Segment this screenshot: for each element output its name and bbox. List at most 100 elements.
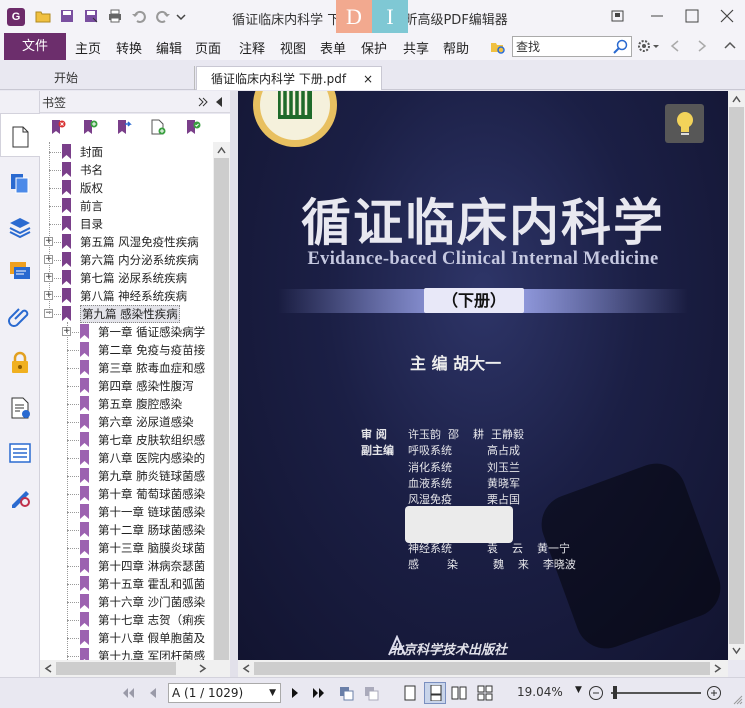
scroll-up-icon[interactable] (217, 146, 226, 154)
zoom-in-icon[interactable] (706, 685, 722, 701)
bookmark-horizontal-scrollbar[interactable] (40, 660, 230, 677)
bookmark-item[interactable]: 第五章 腹腔感染 (40, 395, 213, 413)
bookmark-vertical-thumb[interactable] (214, 158, 229, 666)
gear-icon[interactable] (637, 38, 659, 54)
save-as-icon[interactable] (83, 8, 99, 24)
tips-lightbulb-button[interactable] (665, 104, 704, 143)
bookmark-item[interactable]: 书名 (40, 161, 213, 179)
search-box[interactable] (512, 36, 632, 57)
bookmark-item[interactable]: 版权 (40, 179, 213, 197)
scroll-right-icon[interactable] (199, 664, 207, 673)
bookmark-item[interactable]: 第二章 免疫与疫苗接 (40, 341, 213, 359)
bookmark-item[interactable]: 第十五章 霍乱和弧菌 (40, 575, 213, 593)
resize-grip-icon[interactable] (733, 695, 743, 705)
delete-bookmark-icon[interactable] (50, 119, 66, 135)
scroll-up-icon[interactable] (732, 95, 741, 103)
tab-close-icon[interactable]: × (363, 67, 373, 91)
document-horizontal-scrollbar[interactable] (238, 660, 728, 677)
comments-panel-icon[interactable] (8, 259, 32, 283)
panel-options-icon[interactable] (198, 97, 208, 107)
menu-share[interactable]: 共享 (403, 38, 429, 57)
bookmark-item[interactable]: 封面 (40, 143, 213, 161)
bookmark-item[interactable]: 第九章 肺炎链球菌感 (40, 467, 213, 485)
bookmark-item[interactable]: 第十六章 沙门菌感染 (40, 593, 213, 611)
new-bookmark-page-icon[interactable] (150, 119, 166, 135)
find-bookmark-icon[interactable] (185, 119, 201, 135)
menu-help[interactable]: 帮助 (443, 38, 469, 57)
document-vertical-scrollbar[interactable] (728, 91, 745, 660)
continuous-facing-icon[interactable] (477, 685, 493, 701)
bookmark-item[interactable]: 前言 (40, 197, 213, 215)
maximize-icon[interactable] (682, 6, 702, 26)
single-page-icon[interactable] (402, 685, 418, 701)
layers-panel-icon[interactable] (8, 215, 32, 239)
redo-icon[interactable] (155, 8, 171, 24)
document-view[interactable]: 循证临床内科学 Evidance-baced Clinical Internal… (238, 91, 728, 660)
zoom-out-icon[interactable] (588, 685, 604, 701)
tab-document[interactable]: 循证临床内科学 下册.pdf × (196, 66, 382, 90)
open-folder-icon[interactable] (35, 8, 51, 24)
security-lock-icon[interactable] (8, 351, 32, 375)
page-number-select[interactable]: A (1 / 1029) ▼ (168, 683, 281, 703)
continuous-page-active[interactable] (424, 682, 446, 704)
bookmark-item[interactable]: 第三章 脓毒血症和感 (40, 359, 213, 377)
bookmark-item[interactable]: + 第七篇 泌尿系统疾病 (40, 269, 213, 287)
bookmark-item[interactable]: + 第五篇 风湿免疫性疾病 (40, 233, 213, 251)
bookmark-item[interactable]: 第七章 皮肤软组织感 (40, 431, 213, 449)
bookmark-item[interactable]: 第六章 泌尿道感染 (40, 413, 213, 431)
scroll-down-icon[interactable] (732, 647, 741, 655)
menu-home[interactable]: 主页 (75, 38, 101, 57)
search-icon[interactable] (613, 39, 628, 54)
search-input[interactable] (513, 37, 611, 56)
bookmark-item[interactable]: 第十八章 假单胞菌及 (40, 629, 213, 647)
last-page-icon[interactable] (311, 685, 327, 701)
next-view-icon[interactable] (363, 685, 379, 701)
bookmark-item[interactable]: 第十九章 军团杆菌感 (40, 647, 213, 660)
pages-panel-icon[interactable] (8, 171, 32, 195)
scroll-left-icon[interactable] (242, 664, 250, 673)
bookmark-item[interactable]: − 第九篇 感染性疾病 (40, 305, 213, 323)
app-logo[interactable]: G (7, 8, 25, 26)
bookmark-item[interactable]: 第四章 感染性腹泻 (40, 377, 213, 395)
bookmark-item[interactable]: 第十三章 脑膜炎球菌 (40, 539, 213, 557)
collapse-panel-icon[interactable] (215, 96, 223, 108)
previous-page-icon[interactable] (145, 685, 161, 701)
bookmark-item[interactable]: 第十七章 志贺（痢疾 (40, 611, 213, 629)
menu-edit[interactable]: 编辑 (156, 38, 182, 57)
menu-form[interactable]: 表单 (320, 38, 346, 57)
print-icon[interactable] (107, 8, 123, 24)
bookmark-item[interactable]: + 第八篇 神经系统疾病 (40, 287, 213, 305)
menu-convert[interactable]: 转换 (116, 38, 142, 57)
bookmark-item[interactable]: 目录 (40, 215, 213, 233)
menu-protect[interactable]: 保护 (361, 38, 387, 57)
previous-view-icon[interactable] (338, 685, 354, 701)
find-folder-icon[interactable] (490, 39, 506, 55)
bookmark-item[interactable]: 第十二章 肠球菌感染 (40, 521, 213, 539)
bookmark-item[interactable]: + 第六篇 内分泌系统疾病 (40, 251, 213, 269)
zoom-dropdown-icon[interactable]: ▼ (575, 685, 582, 695)
zoom-slider-track[interactable] (611, 692, 701, 694)
signature-panel-icon[interactable] (8, 485, 32, 509)
add-bookmark-icon[interactable] (82, 119, 98, 135)
nav-back-icon[interactable] (670, 40, 680, 52)
file-menu-button[interactable]: 文件 (4, 33, 66, 60)
menu-page[interactable]: 页面 (195, 38, 221, 57)
bookmark-item[interactable]: 第十四章 淋病奈瑟菌 (40, 557, 213, 575)
bookmark-item[interactable]: 第八章 医院内感染的 (40, 449, 213, 467)
undo-icon[interactable] (131, 8, 147, 24)
menu-comment[interactable]: 注释 (239, 38, 265, 57)
save-icon[interactable] (59, 8, 75, 24)
first-page-icon[interactable] (120, 685, 136, 701)
document-horizontal-thumb[interactable] (254, 662, 710, 675)
bookmark-item[interactable]: 第十章 葡萄球菌感染 (40, 485, 213, 503)
document-vertical-thumb[interactable] (729, 107, 744, 644)
attachments-panel-icon[interactable] (8, 305, 32, 329)
bookmark-item[interactable]: 第十一章 链球菌感染 (40, 503, 213, 521)
bookmark-arrow-icon[interactable] (116, 119, 132, 135)
customize-arrow-icon[interactable] (176, 8, 186, 24)
restore-icon[interactable] (608, 6, 628, 26)
zoom-slider-thumb[interactable] (613, 686, 617, 699)
tab-start[interactable]: 开始 (40, 66, 195, 90)
bookmark-item[interactable]: + 第一章 循证感染病学 (40, 323, 213, 341)
document-properties-icon[interactable] (8, 396, 32, 420)
